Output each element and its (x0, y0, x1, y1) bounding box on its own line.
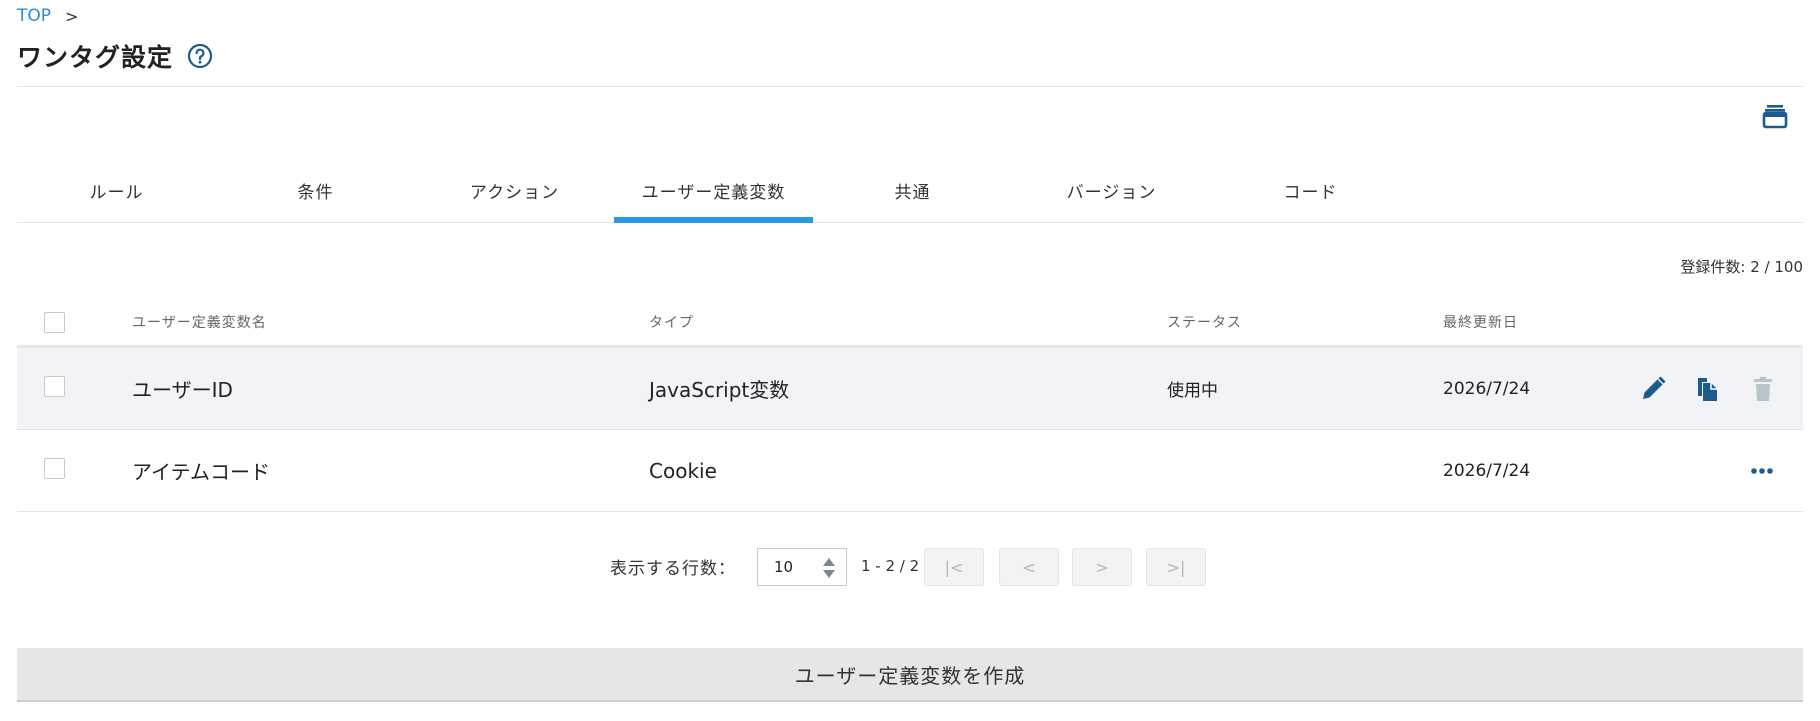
next-page-button[interactable]: > (1072, 548, 1132, 586)
select-all-checkbox[interactable] (44, 312, 65, 333)
column-header-updated: 最終更新日 (1443, 315, 1518, 331)
help-icon[interactable] (187, 43, 213, 69)
column-header-status: ステータス (1167, 315, 1242, 331)
variable-type: Cookie (649, 458, 717, 483)
edit-icon[interactable] (1638, 374, 1668, 404)
first-page-button[interactable]: |< (924, 548, 984, 586)
variable-name: アイテムコード (132, 460, 270, 484)
page: TOP > ワンタグ設定 ルール 条件 アクション ユーザー定義変数 共通 バー… (0, 0, 1820, 721)
header-divider (17, 86, 1803, 87)
rows-per-page-label: 表示する行数： (610, 559, 736, 579)
variable-updated: 2026/7/24 (1443, 460, 1531, 481)
row-checkbox[interactable] (44, 376, 65, 397)
variable-updated: 2026/7/24 (1443, 378, 1531, 399)
tab-bar: ルール 条件 アクション ユーザー定義変数 共通 バージョン コード (17, 168, 1803, 223)
variable-status: 使用中 (1167, 381, 1218, 401)
tab-versions[interactable]: バージョン (1012, 168, 1211, 222)
more-icon[interactable] (1747, 456, 1777, 486)
column-header-name: ユーザー定義変数名 (132, 315, 267, 331)
breadcrumb-top-link[interactable]: TOP (17, 6, 51, 26)
create-variable-button[interactable]: ユーザー定義変数を作成 (17, 648, 1803, 702)
breadcrumb-separator: > (65, 6, 79, 26)
title-row: ワンタグ設定 (17, 38, 213, 74)
tab-common[interactable]: 共通 (813, 168, 1012, 222)
tab-actions[interactable]: アクション (415, 168, 614, 222)
breadcrumb: TOP > (17, 6, 78, 26)
archive-icon[interactable] (1761, 102, 1789, 130)
tab-user-defined-variables[interactable]: ユーザー定義変数 (614, 168, 813, 223)
variable-type: JavaScript変数 (649, 378, 790, 402)
table-row[interactable]: アイテムコード Cookie 2026/7/24 (17, 430, 1803, 512)
table-header: ユーザー定義変数名 タイプ ステータス 最終更新日 (17, 300, 1803, 348)
rows-per-page-value: 10 (774, 558, 794, 576)
trash-icon[interactable] (1748, 374, 1778, 404)
column-header-type: タイプ (649, 315, 694, 331)
pagination: 表示する行数： 10 1 - 2 / 2 |< < > >| (0, 548, 1820, 588)
spinner-icon[interactable] (822, 556, 836, 580)
prev-page-button[interactable]: < (999, 548, 1059, 586)
registration-count: 登録件数: 2 / 100 (1680, 258, 1803, 276)
page-title: ワンタグ設定 (17, 43, 174, 72)
variable-name: ユーザーID (132, 378, 233, 402)
rows-per-page-input[interactable]: 10 (757, 548, 847, 586)
table-row[interactable]: ユーザーID JavaScript変数 使用中 2026/7/24 (17, 348, 1803, 430)
last-page-button[interactable]: >| (1146, 548, 1206, 586)
tab-code[interactable]: コード (1211, 168, 1410, 222)
tab-rules[interactable]: ルール (17, 168, 216, 222)
copy-icon[interactable] (1692, 374, 1722, 404)
page-range: 1 - 2 / 2 (861, 557, 920, 575)
tab-conditions[interactable]: 条件 (216, 168, 415, 222)
row-checkbox[interactable] (44, 458, 65, 479)
